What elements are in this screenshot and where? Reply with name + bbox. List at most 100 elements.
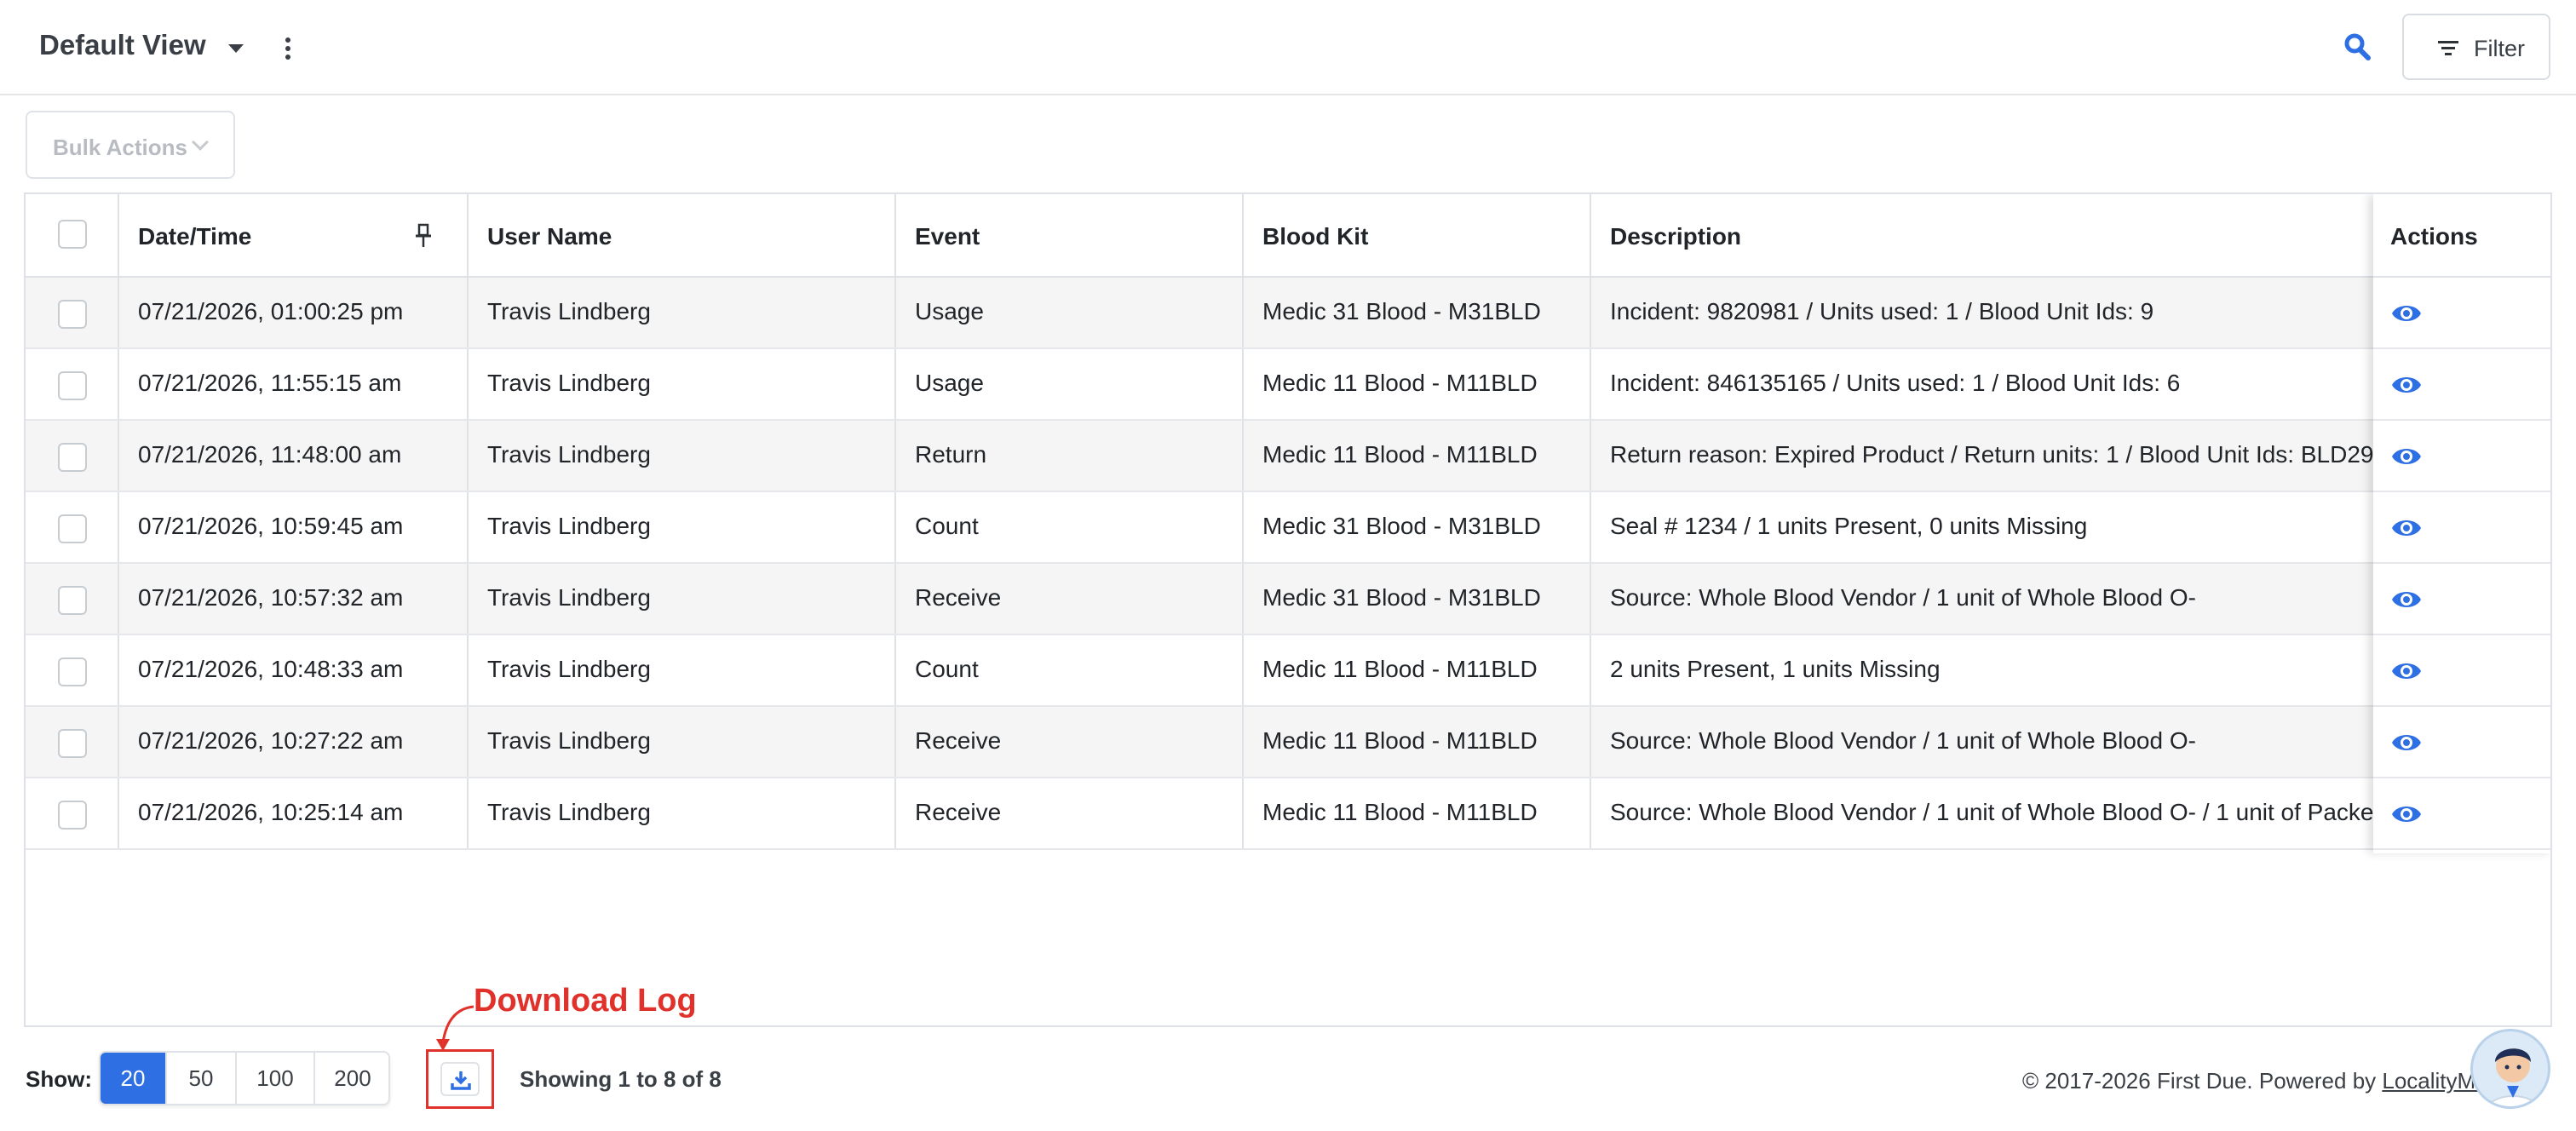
filter-icon [2438, 41, 2458, 56]
row-checkbox[interactable] [58, 657, 87, 686]
eye-icon[interactable] [2390, 656, 2423, 686]
page-size-option[interactable]: 200 [315, 1053, 388, 1104]
table-row[interactable]: 07/21/2026, 10:48:33 am Travis Lindberg Co… [26, 635, 2550, 707]
select-all-checkbox[interactable] [58, 220, 87, 249]
eye-icon[interactable] [2390, 799, 2423, 830]
filter-button[interactable]: Filter [2402, 14, 2550, 80]
page-size-option[interactable]: 20 [101, 1053, 167, 1104]
cell-blood-kit: Medic 11 Blood - M11BLD [1244, 635, 1591, 705]
search-icon [2344, 33, 2371, 60]
cell-user-name: Travis Lindberg [469, 349, 896, 419]
table-row[interactable]: 07/21/2026, 10:27:22 am Travis Lindberg Re… [26, 707, 2550, 778]
table-row[interactable]: 07/21/2026, 11:55:15 am Travis Lindberg Us… [26, 349, 2550, 421]
column-header-datetime[interactable]: Date/Time [119, 194, 469, 276]
cell-user-name: Travis Lindberg [469, 492, 896, 562]
page-size-option[interactable]: 50 [167, 1053, 237, 1104]
row-checkbox[interactable] [58, 514, 87, 543]
cell-actions [2373, 635, 2550, 707]
column-header-user-name[interactable]: User Name [469, 194, 896, 276]
pagination-summary: Showing 1 to 8 of 8 [520, 1066, 722, 1092]
row-checkbox[interactable] [58, 371, 87, 400]
cell-actions [2373, 349, 2550, 421]
bulk-actions-label: Bulk Actions [53, 135, 187, 160]
cell-user-name: Travis Lindberg [469, 635, 896, 705]
table-row[interactable]: 07/21/2026, 01:00:25 pm Travis Lindberg Us… [26, 278, 2550, 349]
cell-actions [2373, 778, 2550, 850]
eye-icon[interactable] [2390, 727, 2423, 758]
actions-column: Actions [2373, 194, 2550, 853]
cell-select [26, 421, 119, 491]
cell-description: Source: Whole Blood Vendor / 1 unit of W… [1610, 799, 2373, 825]
cell-datetime: 07/21/2026, 10:57:32 am [119, 564, 469, 634]
cell-select [26, 635, 119, 705]
cell-select [26, 564, 119, 634]
assistant-avatar-icon [2487, 1048, 2539, 1106]
row-checkbox[interactable] [58, 443, 87, 472]
cell-actions [2373, 278, 2550, 349]
eye-icon[interactable] [2390, 584, 2423, 615]
show-label: Show: [26, 1066, 92, 1092]
cell-blood-kit: Medic 31 Blood - M31BLD [1244, 278, 1591, 347]
eye-icon[interactable] [2390, 441, 2423, 472]
search-button[interactable] [2341, 31, 2375, 65]
view-dropdown-caret-icon[interactable] [228, 44, 244, 53]
cell-datetime: 07/21/2026, 10:25:14 am [119, 778, 469, 848]
page-size-option[interactable]: 100 [237, 1053, 315, 1104]
chevron-down-icon [192, 134, 209, 151]
row-checkbox[interactable] [58, 586, 87, 615]
cell-select [26, 707, 119, 777]
column-header-actions: Actions [2373, 194, 2550, 278]
cell-datetime: 07/21/2026, 10:27:22 am [119, 707, 469, 777]
row-checkbox[interactable] [58, 729, 87, 758]
download-log-annotation: Download Log [474, 983, 697, 1019]
eye-icon[interactable] [2390, 298, 2423, 329]
cell-description: Seal # 1234 / 1 units Present, 0 units M… [1610, 513, 2088, 539]
cell-select [26, 492, 119, 562]
table-row[interactable]: 07/21/2026, 10:59:45 am Travis Lindberg Co… [26, 492, 2550, 564]
column-header-description[interactable]: Description [1591, 194, 2373, 276]
cell-description: Source: Whole Blood Vendor / 1 unit of W… [1610, 727, 2196, 754]
table-row[interactable]: 07/21/2026, 10:25:14 am Travis Lindberg Re… [26, 778, 2550, 850]
cell-event: Count [896, 635, 1244, 705]
cell-blood-kit: Medic 11 Blood - M11BLD [1244, 707, 1591, 777]
cell-blood-kit: Medic 31 Blood - M31BLD [1244, 564, 1591, 634]
cell-event: Usage [896, 349, 1244, 419]
bulk-actions-button[interactable]: Bulk Actions [26, 111, 235, 179]
view-title[interactable]: Default View [39, 29, 206, 61]
assistant-avatar[interactable] [2470, 1029, 2550, 1109]
filter-label: Filter [2474, 36, 2525, 61]
cell-user-name: Travis Lindberg [469, 778, 896, 848]
row-checkbox[interactable] [58, 801, 87, 830]
cell-actions [2373, 492, 2550, 564]
cell-event: Receive [896, 707, 1244, 777]
cell-description: 2 units Present, 1 units Missing [1610, 656, 1941, 682]
cell-blood-kit: Medic 11 Blood - M11BLD [1244, 349, 1591, 419]
cell-event: Count [896, 492, 1244, 562]
cell-datetime: 07/21/2026, 11:55:15 am [119, 349, 469, 419]
cell-datetime: 07/21/2026, 11:48:00 am [119, 421, 469, 491]
cell-user-name: Travis Lindberg [469, 707, 896, 777]
download-log-button[interactable] [426, 1049, 494, 1109]
eye-icon[interactable] [2390, 513, 2423, 543]
cell-blood-kit: Medic 31 Blood - M31BLD [1244, 492, 1591, 562]
cell-description: Incident: 9820981 / Units used: 1 / Bloo… [1610, 298, 2154, 324]
column-header-blood-kit[interactable]: Blood Kit [1244, 194, 1591, 276]
cell-user-name: Travis Lindberg [469, 421, 896, 491]
cell-user-name: Travis Lindberg [469, 278, 896, 347]
cell-select [26, 778, 119, 848]
pin-icon[interactable] [414, 223, 433, 249]
table-header: Date/Time User Name Event Blood Kit Desc… [26, 194, 2550, 278]
cell-datetime: 07/21/2026, 10:48:33 am [119, 635, 469, 705]
cell-description: Return reason: Expired Product / Return … [1610, 441, 2373, 468]
table-row[interactable]: 07/21/2026, 10:57:32 am Travis Lindberg Re… [26, 564, 2550, 635]
column-header-event[interactable]: Event [896, 194, 1244, 276]
copyright-text: © 2017-2026 First Due. Powered by Locali… [2022, 1068, 2488, 1094]
cell-description: Incident: 846135165 / Units used: 1 / Bl… [1610, 370, 2181, 396]
cell-select [26, 278, 119, 347]
table-row[interactable]: 07/21/2026, 11:48:00 am Travis Lindberg Re… [26, 421, 2550, 492]
cell-event: Receive [896, 778, 1244, 848]
eye-icon[interactable] [2390, 370, 2423, 400]
more-options-icon[interactable] [283, 36, 293, 61]
cell-user-name: Travis Lindberg [469, 564, 896, 634]
row-checkbox[interactable] [58, 300, 87, 329]
